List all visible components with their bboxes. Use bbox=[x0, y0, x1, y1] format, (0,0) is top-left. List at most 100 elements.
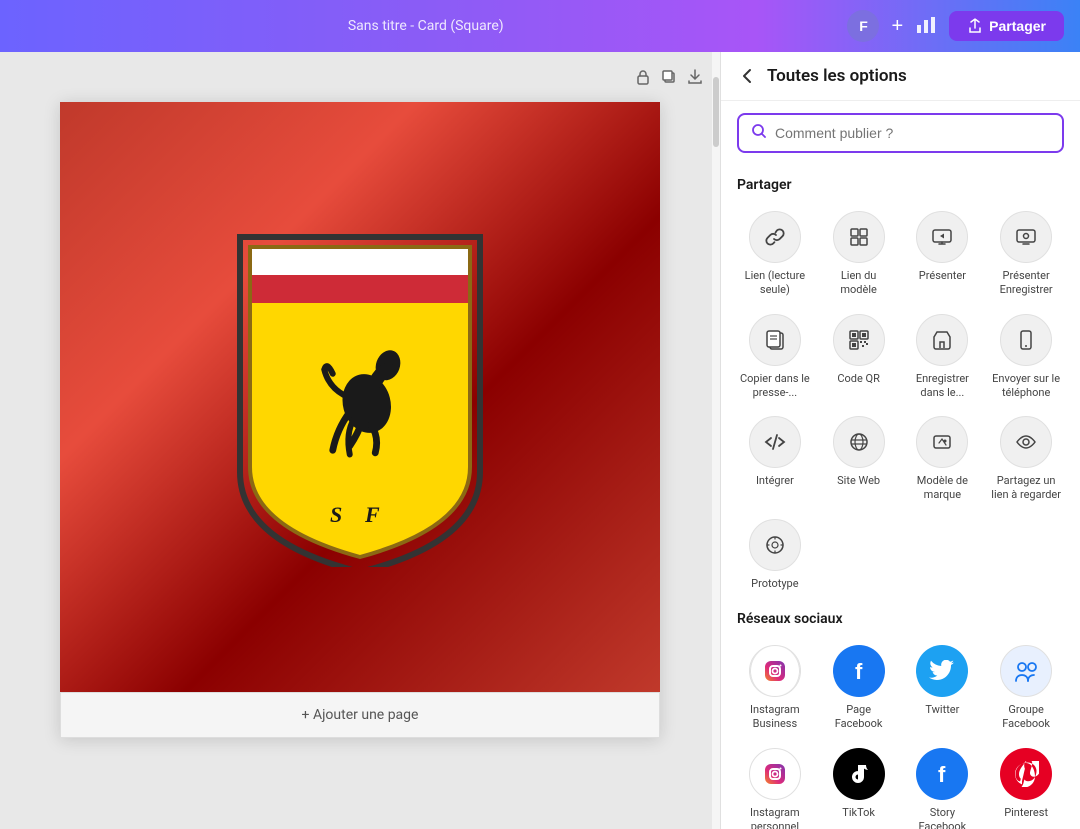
social-section-title: Réseaux sociaux bbox=[737, 611, 1064, 627]
groupe-facebook-icon bbox=[1000, 645, 1052, 697]
option-instagram-perso[interactable]: Instagram personnel bbox=[737, 744, 813, 829]
main-area: ↻ bbox=[0, 52, 1080, 829]
option-code-qr[interactable]: Code QR bbox=[821, 310, 897, 405]
option-lien-lecture[interactable]: Lien (lecture seule) bbox=[737, 207, 813, 302]
instagram-business-icon bbox=[749, 645, 801, 697]
instagram-perso-label: Instagram personnel bbox=[739, 806, 811, 829]
option-integrer[interactable]: Intégrer bbox=[737, 412, 813, 507]
duplicate-icon bbox=[660, 68, 678, 86]
integrer-icon bbox=[749, 416, 801, 468]
duplicate-button[interactable] bbox=[660, 68, 678, 91]
svg-text:f: f bbox=[938, 762, 946, 787]
enregistrer-label: Enregistrer dans le... bbox=[907, 372, 979, 401]
telephone-icon bbox=[1000, 314, 1052, 366]
chart-icon bbox=[915, 13, 937, 35]
option-page-facebook[interactable]: f Page Facebook bbox=[821, 641, 897, 736]
option-site-web[interactable]: Site Web bbox=[821, 412, 897, 507]
code-qr-icon bbox=[833, 314, 885, 366]
story-facebook-icon: f bbox=[916, 748, 968, 800]
enregistrer-icon bbox=[916, 314, 968, 366]
lock-icon bbox=[634, 68, 652, 86]
option-pinterest[interactable]: Pinterest bbox=[988, 744, 1064, 829]
panel-title: Toutes les options bbox=[767, 66, 907, 86]
pinterest-icon bbox=[1000, 748, 1052, 800]
site-web-label: Site Web bbox=[837, 474, 880, 488]
canvas-toolbar bbox=[634, 68, 704, 91]
code-qr-label: Code QR bbox=[837, 372, 880, 386]
modele-marque-label: Modèle de marque bbox=[907, 474, 979, 503]
site-web-icon bbox=[833, 416, 885, 468]
twitter-icon bbox=[916, 645, 968, 697]
export-icon bbox=[686, 68, 704, 86]
story-facebook-label: Story Facebook bbox=[907, 806, 979, 829]
twitter-label: Twitter bbox=[925, 703, 959, 717]
canvas-container: ↻ bbox=[60, 102, 660, 738]
svg-text:F: F bbox=[364, 502, 380, 527]
tiktok-label: TikTok bbox=[842, 806, 875, 820]
lien-modele-icon bbox=[833, 211, 885, 263]
partager-lien-icon bbox=[1000, 416, 1052, 468]
pinterest-label: Pinterest bbox=[1004, 806, 1048, 820]
option-presenter[interactable]: Présenter bbox=[905, 207, 981, 302]
option-twitter[interactable]: Twitter bbox=[905, 641, 981, 736]
option-prototype[interactable]: Prototype bbox=[737, 515, 813, 595]
back-button[interactable] bbox=[737, 66, 757, 86]
presenter-enregistrer-label: Présenter Enregistrer bbox=[990, 269, 1062, 298]
presenter-enregistrer-icon bbox=[1000, 211, 1052, 263]
avatar-letter: F bbox=[859, 18, 868, 34]
groupe-facebook-label: Groupe Facebook bbox=[990, 703, 1062, 732]
option-modele-marque[interactable]: Modèle de marque bbox=[905, 412, 981, 507]
avatar-button[interactable]: F bbox=[847, 10, 879, 42]
option-envoyer-telephone[interactable]: Envoyer sur le téléphone bbox=[988, 310, 1064, 405]
search-svg-icon bbox=[751, 123, 767, 139]
share-icon bbox=[967, 18, 983, 34]
presenter-label: Présenter bbox=[919, 269, 966, 283]
modele-marque-icon bbox=[916, 416, 968, 468]
analytics-button[interactable] bbox=[915, 13, 937, 40]
share-section-title: Partager bbox=[737, 177, 1064, 193]
instagram-business-label: Instagram Business bbox=[739, 703, 811, 732]
option-tiktok[interactable]: TikTok bbox=[821, 744, 897, 829]
search-icon bbox=[751, 123, 767, 143]
add-page-bar[interactable]: + Ajouter une page bbox=[60, 692, 660, 738]
back-icon bbox=[737, 66, 757, 86]
export-button[interactable] bbox=[686, 68, 704, 91]
lien-modele-label: Lien du modèle bbox=[823, 269, 895, 298]
share-options-grid: Lien (lecture seule) Lien du modèle bbox=[737, 207, 1064, 507]
prototype-grid: Prototype bbox=[737, 515, 1064, 595]
tiktok-icon bbox=[833, 748, 885, 800]
add-page-label: + Ajouter une page bbox=[302, 707, 419, 723]
option-lien-modele[interactable]: Lien du modèle bbox=[821, 207, 897, 302]
instagram-perso-icon bbox=[749, 748, 801, 800]
option-groupe-facebook[interactable]: Groupe Facebook bbox=[988, 641, 1064, 736]
lock-button[interactable] bbox=[634, 68, 652, 91]
search-input[interactable] bbox=[775, 125, 1050, 141]
lien-lecture-icon bbox=[749, 211, 801, 263]
add-button[interactable]: + bbox=[891, 15, 903, 38]
option-presenter-enregistrer[interactable]: Présenter Enregistrer bbox=[988, 207, 1064, 302]
canvas-image: S F bbox=[60, 102, 660, 692]
panel-scroll[interactable]: Partager Lien (lecture seule) bbox=[721, 165, 1080, 829]
option-partager-lien[interactable]: Partagez un lien à regarder bbox=[988, 412, 1064, 507]
option-enregistrer-le[interactable]: Enregistrer dans le... bbox=[905, 310, 981, 405]
social-options-grid: Instagram Business f Page Facebook bbox=[737, 641, 1064, 829]
page-facebook-label: Page Facebook bbox=[823, 703, 895, 732]
svg-text:f: f bbox=[855, 659, 863, 684]
page-facebook-icon: f bbox=[833, 645, 885, 697]
copier-presse-label: Copier dans le presse-... bbox=[739, 372, 811, 401]
share-button-label: Partager bbox=[989, 18, 1046, 34]
share-button[interactable]: Partager bbox=[949, 11, 1064, 41]
partager-lien-label: Partagez un lien à regarder bbox=[990, 474, 1062, 503]
option-instagram-business[interactable]: Instagram Business bbox=[737, 641, 813, 736]
header: Sans titre - Card (Square) F + Partager bbox=[0, 0, 1080, 52]
svg-text:S: S bbox=[330, 502, 342, 527]
option-story-facebook[interactable]: f Story Facebook bbox=[905, 744, 981, 829]
lien-lecture-label: Lien (lecture seule) bbox=[739, 269, 811, 298]
header-title: Sans titre - Card (Square) bbox=[348, 18, 504, 34]
option-copier-presse[interactable]: Copier dans le presse-... bbox=[737, 310, 813, 405]
integrer-label: Intégrer bbox=[756, 474, 794, 488]
share-panel: Toutes les options Partager bbox=[720, 52, 1080, 829]
search-box[interactable] bbox=[737, 113, 1064, 153]
prototype-label: Prototype bbox=[751, 577, 798, 591]
presenter-icon bbox=[916, 211, 968, 263]
